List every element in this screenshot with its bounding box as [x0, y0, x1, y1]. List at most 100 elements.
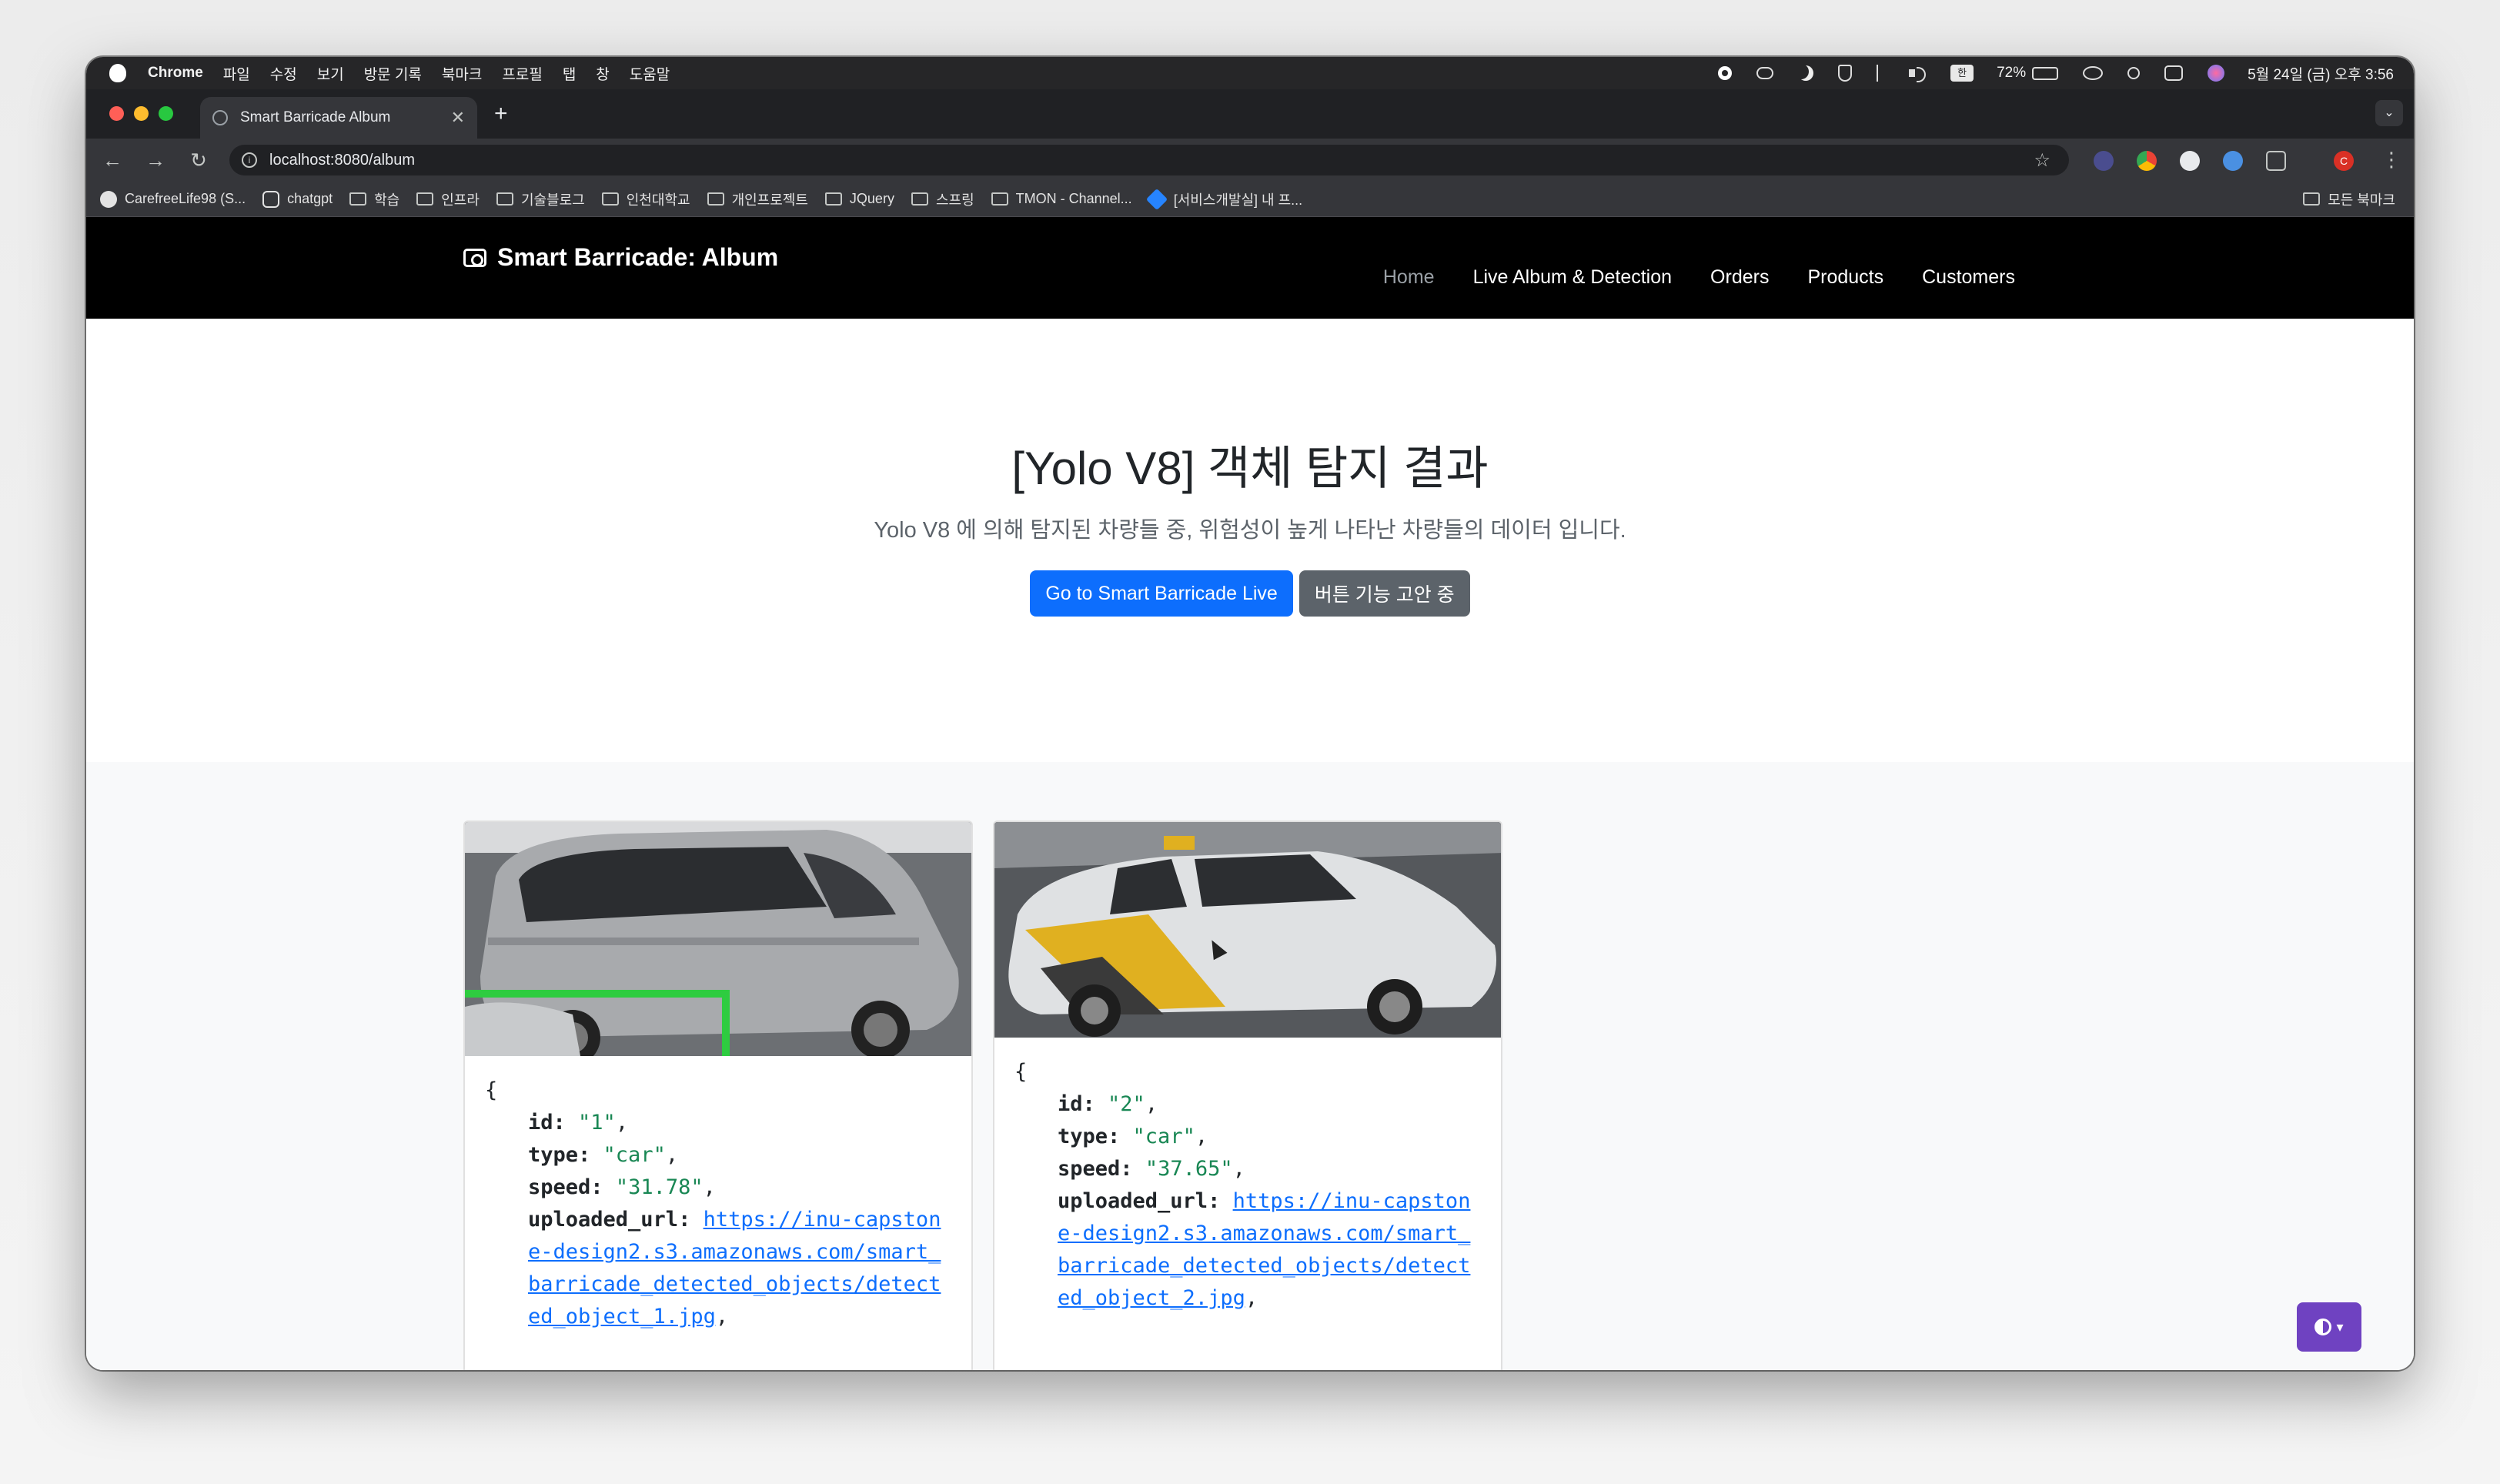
screen-mirror-icon[interactable]	[2083, 66, 2104, 80]
tab-title: Smart Barricade Album	[240, 109, 391, 125]
json-value-id: "1"	[578, 1111, 616, 1135]
bookmark-label: [서비스개발실] 내 프...	[1173, 192, 1303, 208]
bluetooth-icon[interactable]	[1877, 65, 1884, 82]
window-minimize-button[interactable]	[134, 106, 149, 121]
folder-icon	[2303, 192, 2321, 206]
menu-view[interactable]: 보기	[317, 63, 344, 84]
spotlight-search-icon[interactable]	[2127, 67, 2141, 79]
chrome-menu-icon[interactable]: ⋮	[2381, 148, 2401, 172]
bookmark-folder-techblog[interactable]: 기술블로그	[496, 189, 585, 209]
site-navbar: Smart Barricade: Album Home Live Album &…	[86, 217, 2414, 319]
forward-button[interactable]: →	[134, 149, 177, 172]
github-icon	[100, 190, 117, 208]
menu-app-name[interactable]: Chrome	[148, 65, 203, 82]
bookmark-github[interactable]: CarefreeLife98 (S...	[100, 190, 246, 208]
folder-icon	[349, 192, 367, 206]
extension-icon-4[interactable]	[2223, 151, 2243, 171]
mac-menubar: Chrome 파일 수정 보기 방문 기록 북마크 프로필 탭 창 도움말 한 …	[86, 57, 2414, 89]
menu-edit[interactable]: 수정	[270, 63, 297, 84]
json-key-id: id:	[1058, 1092, 1095, 1116]
bookmark-jira[interactable]: [서비스개발실] 내 프...	[1145, 188, 1303, 210]
detected-vehicle-image[interactable]	[994, 822, 1501, 1038]
nav-live-album[interactable]: Live Album & Detection	[1473, 266, 1672, 289]
tab-close-icon[interactable]: ✕	[451, 108, 465, 128]
brand-title: Smart Barricade: Album	[497, 243, 779, 271]
site-brand[interactable]: Smart Barricade: Album	[463, 243, 778, 272]
menu-bookmarks[interactable]: 북마크	[442, 63, 482, 84]
window-close-button[interactable]	[109, 106, 124, 121]
menu-profiles[interactable]: 프로필	[502, 63, 542, 84]
tab-search-chevron-icon[interactable]: ⌄	[2375, 100, 2403, 126]
control-center-icon[interactable]	[2164, 65, 2184, 81]
focus-moon-icon[interactable]	[1798, 65, 1813, 81]
site-info-icon[interactable]: i	[242, 152, 257, 168]
screen-record-icon[interactable]	[1718, 66, 1733, 80]
reload-button[interactable]: ↻	[177, 149, 220, 172]
detected-vehicle-image[interactable]	[465, 822, 971, 1056]
folder-icon	[496, 192, 513, 206]
json-body: id: "2", type: "car", speed: "37.65", up…	[1058, 1092, 1471, 1310]
nav-customers[interactable]: Customers	[1922, 266, 2015, 289]
go-live-button[interactable]: Go to Smart Barricade Live	[1030, 570, 1293, 617]
battery-percent: 72%	[1997, 65, 2027, 81]
bookmark-star-icon[interactable]: ☆	[2034, 149, 2050, 172]
bookmark-folder-tmon[interactable]: TMON - Channel...	[991, 191, 1132, 207]
theme-toggle-button[interactable]: ▾	[2297, 1302, 2361, 1352]
battery-icon	[2032, 66, 2059, 80]
tab-active[interactable]: Smart Barricade Album ✕	[200, 97, 477, 139]
secondary-button[interactable]: 버튼 기능 고안 중	[1298, 570, 1470, 617]
menu-help[interactable]: 도움말	[630, 63, 670, 84]
nav-links: Home Live Album & Detection Orders Produ…	[1345, 266, 2015, 289]
menu-window[interactable]: 창	[596, 63, 609, 84]
json-value-type: "car"	[603, 1143, 666, 1167]
extension-icon-2[interactable]	[2137, 151, 2157, 171]
address-bar[interactable]: i localhost:8080/album ☆	[229, 145, 2069, 175]
window-zoom-button[interactable]	[159, 106, 173, 121]
bookmarks-bar: CarefreeLife98 (S... chatgpt 학습 인프라 기술블로…	[86, 182, 2414, 217]
nav-home[interactable]: Home	[1383, 266, 1435, 289]
bookmark-folder-jquery[interactable]: JQuery	[824, 191, 894, 207]
detection-json: { id: "2", type: "car", speed: "37.65", …	[994, 1038, 1501, 1333]
siri-icon[interactable]	[2208, 65, 2225, 82]
nav-orders[interactable]: Orders	[1710, 266, 1769, 289]
menu-file[interactable]: 파일	[223, 63, 250, 84]
weather-icon[interactable]	[1756, 67, 1774, 79]
volume-icon[interactable]	[1909, 65, 1927, 82]
folder-icon	[416, 192, 434, 206]
nav-products[interactable]: Products	[1807, 266, 1883, 289]
detection-card: { id: "1", type: "car", speed: "31.78", …	[463, 821, 973, 1370]
folder-icon	[991, 192, 1008, 206]
tab-favicon-icon	[212, 110, 228, 125]
bookmark-label: chatgpt	[287, 191, 333, 206]
bookmark-folder-inu[interactable]: 인천대학교	[601, 189, 690, 209]
menubar-clock[interactable]: 5월 24일 (금) 오후 3:56	[2248, 63, 2394, 84]
extension-icon-3[interactable]	[2180, 151, 2200, 171]
battery-status[interactable]: 72%	[1997, 65, 2059, 82]
extensions-puzzle-icon[interactable]	[2266, 151, 2286, 171]
camera-icon	[463, 248, 486, 267]
jira-icon	[1145, 188, 1168, 210]
url-text[interactable]: localhost:8080/album	[269, 152, 415, 169]
json-body: id: "1", type: "car", speed: "31.78", up…	[528, 1111, 941, 1329]
input-source-icon[interactable]: 한	[1950, 65, 1974, 82]
bookmark-all[interactable]: 모든 북마크	[2303, 189, 2395, 209]
new-tab-button[interactable]: +	[494, 100, 508, 128]
vpn-shield-icon[interactable]	[1838, 65, 1853, 82]
menu-tab[interactable]: 탭	[563, 63, 576, 84]
folder-icon	[911, 192, 928, 206]
json-key-speed: speed:	[1058, 1157, 1133, 1181]
extension-icon-1[interactable]	[2094, 151, 2114, 171]
bookmark-folder-projects[interactable]: 개인프로젝트	[707, 189, 808, 209]
json-open-brace: {	[485, 1078, 498, 1102]
json-value-id: "2"	[1108, 1092, 1145, 1116]
bookmark-folder-spring[interactable]: 스프링	[911, 189, 974, 209]
browser-window: Chrome 파일 수정 보기 방문 기록 북마크 프로필 탭 창 도움말 한 …	[86, 57, 2414, 1370]
bookmark-folder-study[interactable]: 학습	[349, 189, 399, 209]
menu-history[interactable]: 방문 기록	[364, 63, 422, 84]
apple-icon[interactable]	[109, 64, 126, 82]
profile-avatar[interactable]: C	[2334, 151, 2354, 171]
bookmark-chatgpt[interactable]: chatgpt	[262, 190, 333, 208]
back-button[interactable]: ←	[91, 149, 134, 172]
chevron-down-icon: ▾	[2336, 1319, 2344, 1335]
bookmark-folder-infra[interactable]: 인프라	[416, 189, 480, 209]
